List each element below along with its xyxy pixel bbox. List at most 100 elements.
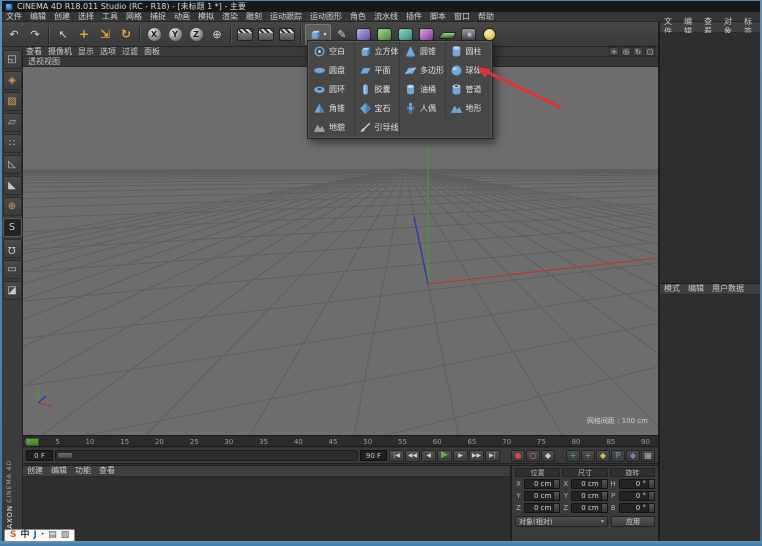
coord-header-size[interactable]: 尺寸	[562, 468, 607, 477]
material-menu-2[interactable]: 功能	[71, 466, 95, 476]
primitive-item-sphere[interactable]: 球体	[446, 61, 492, 80]
viewport-nav-pan[interactable]: +	[609, 47, 619, 56]
position-y-field[interactable]: 0 cm	[524, 491, 560, 501]
material-menu-3[interactable]: 查看	[95, 466, 119, 476]
menu-item-1[interactable]: 编辑	[26, 12, 50, 22]
rotate-tool-button[interactable]: ↻	[116, 24, 136, 45]
transport-prev-frame[interactable]: ◀	[421, 450, 436, 462]
viewport-menu-2[interactable]: 显示	[75, 47, 97, 57]
menu-item-2[interactable]: 创建	[50, 12, 74, 22]
tool-viewport-solo[interactable]: S	[3, 218, 22, 237]
ime-logo[interactable]: S	[10, 531, 16, 540]
primitive-item-torus[interactable]: 圆环	[309, 80, 355, 99]
tool-enable-axis[interactable]: ⊕	[3, 197, 22, 216]
attribute-menu-1[interactable]: 编辑	[684, 284, 708, 294]
button-keyframe-selection[interactable]: ◆	[541, 450, 555, 462]
size-z-field[interactable]: 0 cm	[571, 503, 607, 513]
primitive-item-cylinder[interactable]: 圆柱	[446, 42, 492, 61]
menu-item-14[interactable]: 流水线	[370, 12, 402, 22]
menu-item-15[interactable]: 插件	[402, 12, 426, 22]
apply-button[interactable]: 应用	[611, 516, 655, 527]
menu-item-17[interactable]: 窗口	[450, 12, 474, 22]
coord-header-rotation[interactable]: 旋转	[610, 468, 655, 477]
viewport-menu-1[interactable]: 摄像机	[45, 47, 75, 57]
ime-mode[interactable]: J	[34, 531, 37, 540]
menu-item-18[interactable]: 帮助	[474, 12, 498, 22]
material-menu-1[interactable]: 编辑	[47, 466, 71, 476]
primitive-item-null[interactable]: 空白	[309, 42, 355, 61]
transport-goto-start[interactable]: |◀	[389, 450, 404, 462]
lock-z-axis-button[interactable]: Z	[186, 24, 206, 45]
tool-enable-snap[interactable]: Ω	[3, 239, 22, 258]
rotation-b-field[interactable]: 0 °	[619, 503, 655, 513]
primitive-item-cube[interactable]: 立方体	[355, 42, 401, 61]
end-frame-field[interactable]: 90 F	[360, 450, 387, 461]
ime-keyboard[interactable]: ▤	[48, 531, 57, 540]
button-record-keyframe[interactable]: ●	[511, 450, 525, 462]
position-z-field[interactable]: 0 cm	[524, 503, 560, 513]
coord-header-position[interactable]: 位置	[515, 468, 560, 477]
position-x-field[interactable]: 0 cm	[524, 479, 560, 489]
coord-mode-select[interactable]: 对象(相对)▾	[515, 516, 608, 527]
rotation-p-field[interactable]: 0 °	[619, 491, 655, 501]
toggle-record-scale[interactable]: +	[581, 450, 595, 462]
transport-prev-key[interactable]: ◀◀	[405, 450, 420, 462]
menu-item-7[interactable]: 动画	[170, 12, 194, 22]
lock-x-axis-button[interactable]: X	[144, 24, 164, 45]
primitive-item-oiltank[interactable]: 油桶	[400, 80, 446, 99]
button-autokeying[interactable]: ○	[526, 450, 540, 462]
ime-toolbox[interactable]: ▨	[61, 531, 70, 540]
material-menu-0[interactable]: 创建	[23, 466, 47, 476]
menu-item-12[interactable]: 运动图形	[306, 12, 346, 22]
attribute-menu-0[interactable]: 模式	[660, 284, 684, 294]
undo-button[interactable]: ↶	[4, 24, 24, 45]
toggle-record-parameter[interactable]: P	[611, 450, 625, 462]
timeline-ruler[interactable]: 051015202530354045505560657075808590	[23, 435, 658, 447]
toggle-record-rotation[interactable]: ◆	[596, 450, 610, 462]
object-list-area[interactable]	[660, 33, 760, 283]
render-picture-viewer-button[interactable]	[256, 24, 276, 45]
menu-item-5[interactable]: 网格	[122, 12, 146, 22]
scale-tool-button[interactable]: ⇲	[95, 24, 115, 45]
primitive-item-platonic[interactable]: 宝石	[355, 99, 401, 118]
ime-lang[interactable]: 中	[20, 531, 29, 540]
tool-edges-mode[interactable]: ◺	[3, 155, 22, 174]
toggle-record-pla[interactable]: ◆	[626, 450, 640, 462]
lock-y-axis-button[interactable]: Y	[165, 24, 185, 45]
transport-next-key[interactable]: ▶▶	[469, 450, 484, 462]
size-y-field[interactable]: 0 cm	[571, 491, 607, 501]
tool-texture-mode[interactable]: ▨	[3, 92, 22, 111]
rotation-h-field[interactable]: 0 °	[619, 479, 655, 489]
menu-item-8[interactable]: 模拟	[194, 12, 218, 22]
primitive-item-polygon[interactable]: 多边形	[400, 61, 446, 80]
transport-play[interactable]: ▶	[437, 450, 452, 462]
transport-goto-end[interactable]: ▶|	[485, 450, 500, 462]
viewport-nav-zoom[interactable]: ◎	[621, 47, 631, 56]
menu-item-3[interactable]: 选择	[74, 12, 98, 22]
render-settings-button[interactable]	[277, 24, 297, 45]
coordinate-system-button[interactable]: ⊕	[207, 24, 227, 45]
primitive-item-guide[interactable]: 引导线	[355, 118, 401, 137]
menu-item-11[interactable]: 运动跟踪	[266, 12, 306, 22]
tool-points-mode[interactable]: ∷	[3, 134, 22, 153]
live-selection-button[interactable]: ↖	[53, 24, 73, 45]
viewport-nav-rotate[interactable]: ↻	[633, 47, 643, 56]
menu-item-16[interactable]: 脚本	[426, 12, 450, 22]
timeline-slider[interactable]	[55, 450, 358, 461]
primitive-item-cone[interactable]: 圆锥	[400, 42, 446, 61]
viewport-nav-maximize[interactable]: ▢	[645, 47, 655, 56]
primitive-item-tube[interactable]: 管道	[446, 80, 492, 99]
menu-item-10[interactable]: 雕刻	[242, 12, 266, 22]
primitive-item-relief[interactable]: 地貌	[309, 118, 355, 137]
primitive-item-landscape[interactable]: 地形	[446, 99, 492, 118]
tool-make-editable[interactable]: ◱	[3, 50, 22, 69]
tool-lock-workplane[interactable]: ◪	[3, 281, 22, 300]
menu-item-0[interactable]: 文件	[2, 12, 26, 22]
current-frame-field[interactable]: 0 F	[26, 450, 53, 461]
attribute-menu-2[interactable]: 用户数据	[708, 284, 748, 294]
transport-next-frame[interactable]: ▶	[453, 450, 468, 462]
size-x-field[interactable]: 0 cm	[571, 479, 607, 489]
toggle-record-position[interactable]: +	[566, 450, 580, 462]
toggle-timeline-options[interactable]: ▦	[641, 450, 655, 462]
material-list-area[interactable]	[23, 477, 510, 541]
